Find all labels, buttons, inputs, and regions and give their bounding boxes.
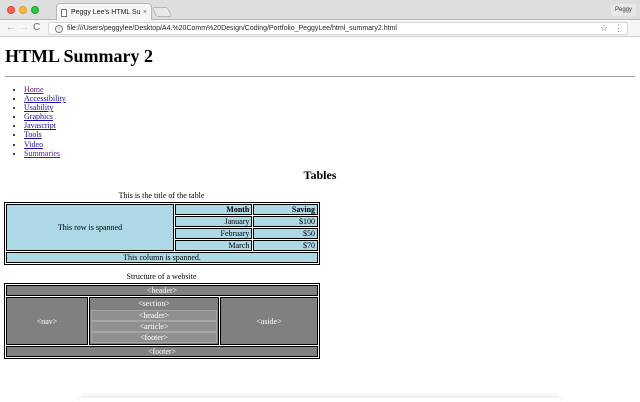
menu-icon[interactable]: ⋮ [614,23,623,34]
back-arrow-icon[interactable]: ← [6,22,16,34]
structure-aside: <aside> [220,297,318,345]
window-minimize-button[interactable] [19,6,27,14]
structure-section: <section> [138,299,170,308]
website-structure-table: <header> <nav> <section> <header> <artic… [4,283,320,359]
savings-table: This row is spanned Month Saving January… [4,202,320,265]
nav-link-accessibility[interactable]: Accessibility [24,94,66,103]
structure-article: <article> [91,321,217,332]
cell-saving: $70 [253,240,318,251]
profile-button[interactable]: Peggy [610,4,636,16]
spanned-column-cell: This column is spanned. [6,252,318,263]
window-shadow [80,398,560,402]
address-bar[interactable]: i file:///Users/peggylee/Desktop/A4.%20C… [48,22,628,35]
table-row: <nav> <section> <header> <article> <foot… [6,297,318,345]
browser-toolbar: ← → C i file:///Users/peggylee/Desktop/A… [0,20,640,37]
nav-link-tools[interactable]: Tools [24,130,42,139]
nav-link-home[interactable]: Home [24,85,44,94]
tab-title: Peggy Lee's HTML Summary 2 [71,9,141,16]
url-text[interactable]: file:///Users/peggylee/Desktop/A4.%20Com… [67,23,600,34]
nav-list-item: Summaries [24,149,66,158]
cell-saving: $100 [253,216,318,227]
table-caption: This is the title of the table [118,191,205,200]
info-icon[interactable]: i [55,24,63,33]
nav-list-item: Usability [24,103,66,112]
nav-list-item: Tools [24,130,66,139]
structure-nav: <nav> [6,297,88,345]
nav-link-graphics[interactable]: Graphics [24,112,53,121]
bookmark-star-icon[interactable]: ☆ [600,23,608,34]
spanned-row-cell: This row is spanned [6,204,174,251]
header-month: Month [175,204,253,215]
nav-list: Home Accessibility Usability Graphics Ja… [10,85,66,158]
page-icon [61,8,67,17]
cell-saving: $50 [253,228,318,239]
table-row: <header> [6,285,318,296]
page-content: HTML Summary 2 Home Accessibility Usabil… [0,38,640,400]
window-maximize-button[interactable] [31,6,39,14]
nav-list-item: Video [24,140,66,149]
structure-section-footer: <footer> [91,332,217,343]
structure-footer: <footer> [6,346,318,357]
nav-list-item: Home [24,85,66,94]
section-heading: Tables [303,168,337,182]
cell-month: January [175,216,253,227]
header-saving: Saving [253,204,318,215]
tab-strip: Peggy Lee's HTML Summary 2 × Peggy [0,0,640,21]
reload-icon[interactable]: C [33,22,40,34]
window-close-button[interactable] [7,6,15,14]
horizontal-rule [5,76,635,77]
nav-link-usability[interactable]: Usability [24,103,53,112]
table-row: <footer> [6,346,318,357]
forward-arrow-icon[interactable]: → [19,22,29,34]
table-row: This column is spanned. [6,252,318,263]
nav-list-item: Graphics [24,112,66,121]
nav-list-item: Accessibility [24,94,66,103]
structure-header: <header> [6,285,318,296]
cell-month: February [175,228,253,239]
nav-list-item: Javascript [24,121,66,130]
structure-caption: Structure of a website [126,272,197,281]
structure-section-header: <header> [91,310,217,321]
new-tab-button[interactable] [151,7,173,17]
tab-close-icon[interactable]: × [143,9,147,16]
cell-month: March [175,240,253,251]
browser-tab[interactable]: Peggy Lee's HTML Summary 2 × [56,3,152,21]
table-row: This row is spanned Month Saving [6,204,318,251]
nav-link-summaries[interactable]: Summaries [24,149,60,158]
page-title: HTML Summary 2 [5,46,154,66]
structure-section-cell: <section> <header> <article> <footer> [89,297,219,345]
nav-link-video[interactable]: Video [24,140,43,149]
nav-link-javascript[interactable]: Javascript [24,121,56,130]
